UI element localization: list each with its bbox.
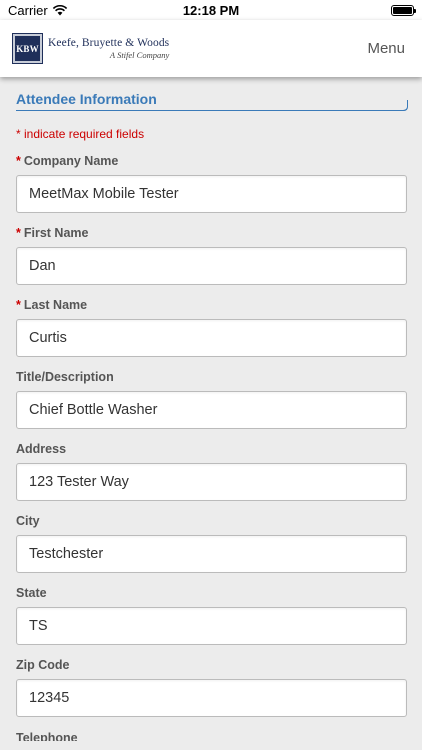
zip-code-input[interactable] (16, 679, 407, 717)
field-company-name: * Company Name (16, 154, 407, 213)
first-name-input[interactable] (16, 247, 407, 285)
field-address: Address (16, 442, 407, 501)
telephone-label: Telephone (16, 731, 78, 741)
required-fields-note: * indicate required fields (16, 127, 145, 141)
battery-icon (391, 4, 416, 16)
company-name-label: Company Name (23, 154, 119, 168)
kbw-logo-mark: KBW (12, 33, 43, 64)
field-title: Title/Description (16, 370, 407, 429)
zip-code-label: Zip Code (16, 658, 70, 672)
last-name-label: Last Name (23, 298, 88, 312)
field-telephone-partial: Telephone (16, 731, 407, 741)
field-zip-code: Zip Code (16, 658, 407, 717)
kbw-logo[interactable]: KBW Keefe, Bruyette & Woods A Stifel Com… (12, 33, 170, 64)
city-input[interactable] (16, 535, 407, 573)
title-label: Title/Description (16, 370, 114, 384)
section-title: Attendee Information (16, 91, 408, 111)
first-name-label: First Name (23, 226, 89, 240)
carrier-label: Carrier (8, 2, 48, 18)
field-state: State (16, 586, 407, 645)
last-name-input[interactable] (16, 319, 407, 357)
field-first-name: * First Name (16, 226, 407, 285)
state-label: State (16, 586, 47, 600)
field-city: City (16, 514, 407, 573)
status-bar: Carrier 12:18 PM (0, 0, 422, 20)
address-input[interactable] (16, 463, 407, 501)
logo-subtitle: A Stifel Company (109, 50, 170, 60)
app-header: KBW Keefe, Bruyette & Woods A Stifel Com… (0, 20, 422, 77)
menu-button[interactable]: Menu (363, 34, 409, 63)
required-marker: * (16, 298, 21, 312)
company-name-input[interactable] (16, 175, 407, 213)
form-content[interactable]: Attendee Information * indicate required… (0, 77, 422, 750)
city-label: City (16, 514, 40, 528)
title-input[interactable] (16, 391, 407, 429)
logo-company-name: Keefe, Bruyette & Woods (48, 37, 170, 49)
required-marker: * (16, 154, 21, 168)
field-last-name: * Last Name (16, 298, 407, 357)
address-label: Address (16, 442, 67, 456)
wifi-icon (52, 4, 67, 16)
state-input[interactable] (16, 607, 407, 645)
required-marker: * (16, 226, 21, 240)
